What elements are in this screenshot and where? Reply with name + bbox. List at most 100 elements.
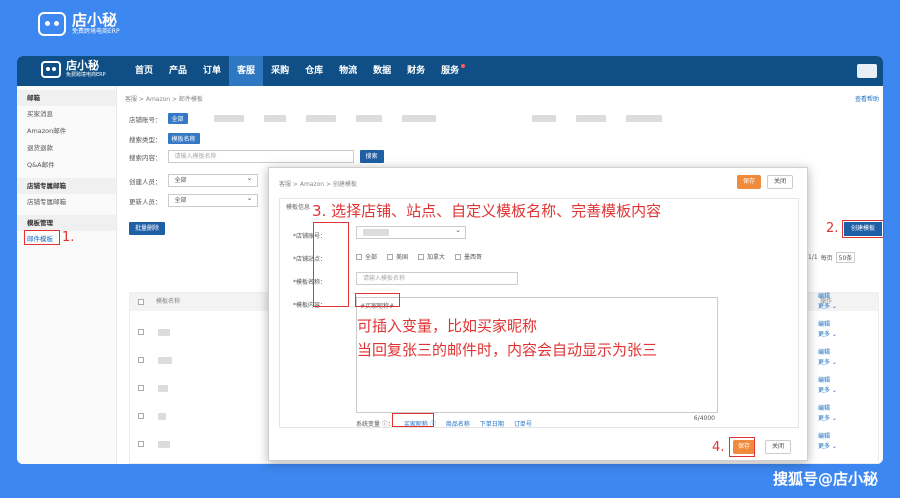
modal-close-button[interactable]: 关闭	[765, 440, 791, 454]
menu-data[interactable]: 数据	[365, 56, 399, 86]
site-ca[interactable]: 加拿大	[418, 252, 445, 261]
shop-option[interactable]	[575, 115, 606, 122]
site-all[interactable]: 全部	[356, 252, 377, 261]
checkbox[interactable]	[387, 253, 394, 260]
pager-page: 1/1	[808, 254, 818, 261]
highlight-var-link	[392, 413, 434, 427]
creator-label: 创建人员：	[129, 177, 162, 186]
row-name	[158, 329, 170, 336]
edit-link[interactable]: 编辑	[818, 432, 830, 441]
row-checkbox[interactable]	[138, 356, 144, 363]
section-title: 模板信息	[286, 204, 311, 211]
shop-option[interactable]	[625, 115, 662, 122]
robot-icon	[38, 12, 66, 36]
row-checkbox[interactable]	[138, 440, 144, 447]
var-order-number[interactable]: 订单号	[514, 419, 532, 428]
edit-link[interactable]: 编辑	[818, 376, 830, 385]
template-name-input[interactable]: 请输入模板名称	[356, 272, 518, 285]
table-row[interactable]	[138, 321, 170, 340]
var-product-name[interactable]: 商品名称	[446, 419, 470, 428]
edit-link[interactable]: 编辑	[818, 292, 830, 301]
pager: 1/1 每页 50条	[808, 252, 856, 263]
sidebar-item-qa-mail[interactable]: Q&A邮件	[17, 157, 116, 174]
sidebar-item-returns[interactable]: 退货退款	[17, 140, 116, 157]
table-row[interactable]	[138, 349, 172, 368]
annotation-line-2: 当回复张三的邮件时，内容会自动显示为张三	[357, 341, 658, 359]
checkbox[interactable]	[455, 253, 462, 260]
app-sub: 免费跨境电商ERP	[66, 72, 106, 78]
more-link[interactable]: 更多 ⌄	[818, 358, 837, 367]
sidebar-item-buyer-messages[interactable]: 买家消息	[17, 106, 116, 123]
help-link[interactable]: 查看帮助	[855, 94, 879, 103]
step-1-label: 1.	[62, 230, 75, 245]
checkbox[interactable]	[418, 253, 425, 260]
bulk-delete-button[interactable]: 批量删除	[129, 222, 166, 235]
shop-all-tag[interactable]: 全部	[167, 113, 188, 124]
menu-product[interactable]: 产品	[161, 56, 195, 86]
robot-icon	[41, 60, 61, 78]
shop-option[interactable]	[531, 115, 556, 122]
row-checkbox[interactable]	[138, 328, 144, 335]
site-us[interactable]: 美国	[387, 252, 408, 261]
highlight-create	[842, 220, 884, 238]
menu-warehouse[interactable]: 仓库	[297, 56, 331, 86]
shop-filter-row: 店铺账号： 全部	[129, 113, 662, 124]
edit-link[interactable]: 编辑	[818, 320, 830, 329]
more-link[interactable]: 更多 ⌄	[818, 386, 837, 395]
select-all-checkbox[interactable]	[138, 299, 144, 305]
checkbox[interactable]	[356, 253, 362, 260]
modal-close-top-button[interactable]: 关闭	[767, 175, 793, 189]
shop-option[interactable]	[355, 115, 382, 122]
site-all-label: 全部	[365, 254, 378, 261]
creator-select[interactable]: 全部	[167, 173, 258, 187]
row-checkbox[interactable]	[138, 384, 144, 391]
site-mx[interactable]: 墨西哥	[455, 252, 482, 261]
user-icon[interactable]	[857, 64, 877, 78]
row-name	[158, 441, 170, 448]
search-type-label: 搜索类型：	[129, 135, 162, 144]
edit-link[interactable]: 编辑	[818, 348, 830, 357]
shop-option[interactable]	[213, 115, 244, 122]
var-order-date[interactable]: 下单日期	[480, 419, 504, 428]
pager-per-select[interactable]: 50条	[835, 252, 856, 263]
shop-option[interactable]	[401, 115, 436, 122]
more-link[interactable]: 更多 ⌄	[818, 442, 837, 451]
row-checkbox[interactable]	[138, 412, 144, 419]
highlight-form-labels	[313, 222, 349, 307]
updater-label: 更新人员：	[129, 197, 162, 206]
search-type-tag[interactable]: 模板名称	[167, 133, 200, 144]
edit-link[interactable]: 编辑	[818, 404, 830, 413]
more-link[interactable]: 更多 ⌄	[818, 330, 837, 339]
modal-save-top-button[interactable]: 保存	[737, 175, 761, 189]
col-template-name: 模板名称	[156, 298, 181, 305]
app-name: 店小秘	[66, 59, 99, 72]
site-checkboxes: 全部 美国 加拿大 墨西哥	[356, 252, 482, 261]
shop-option[interactable]	[305, 115, 336, 122]
sidebar-item-amazon-mail[interactable]: Amazon邮件	[17, 123, 116, 140]
menu-services[interactable]: 服务	[433, 56, 467, 86]
top-banner: 店小秘 免费跨境电商ERP	[0, 0, 900, 56]
bulk-row: 批量删除	[129, 222, 166, 235]
menu-home[interactable]: 首页	[127, 56, 161, 86]
search-button[interactable]: 搜索	[359, 150, 384, 163]
updater-select[interactable]: 全部	[167, 193, 258, 207]
more-link[interactable]: 更多 ⌄	[818, 302, 837, 311]
menu-service[interactable]: 客服	[229, 56, 264, 86]
modal-shop-select[interactable]	[356, 225, 466, 239]
sidebar-group-shop-mailbox: 店铺专属邮箱	[17, 178, 116, 194]
app-logo[interactable]: 店小秘 免费跨境电商ERP	[41, 60, 106, 78]
row-name	[158, 357, 172, 364]
menu-logistics[interactable]: 物流	[331, 56, 365, 86]
sidebar-item-shop-mailbox[interactable]: 店铺专属邮箱	[17, 194, 116, 211]
annotation-line-1: 可插入变量，比如买家昵称	[357, 317, 538, 335]
more-link[interactable]: 更多 ⌄	[818, 414, 837, 423]
table-row[interactable]	[138, 405, 166, 424]
menu-finance[interactable]: 财务	[399, 56, 433, 86]
menu-order[interactable]: 订单	[195, 56, 229, 86]
search-input[interactable]: 请输入模板名称	[167, 150, 354, 163]
step-4-label: 4.	[712, 440, 725, 455]
table-row[interactable]	[138, 377, 168, 396]
shop-option[interactable]	[263, 115, 286, 122]
menu-purchase[interactable]: 采购	[263, 56, 297, 86]
table-row[interactable]	[138, 433, 170, 452]
